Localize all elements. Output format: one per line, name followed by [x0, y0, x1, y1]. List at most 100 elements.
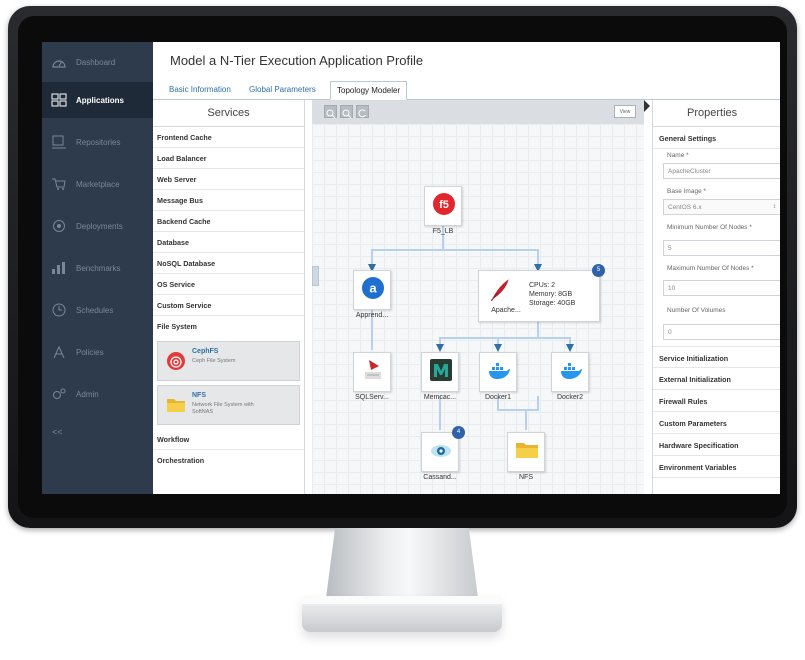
max-nodes-input[interactable]: 10 [663, 280, 780, 296]
general-settings-header[interactable]: General Settings [653, 127, 780, 149]
node-label-apache: Apache... [491, 307, 521, 314]
dashboard-icon [50, 54, 68, 70]
service-database[interactable]: Database [153, 232, 304, 253]
sidebar-item-benchmarks[interactable]: Benchmarks [42, 250, 153, 286]
memcached-icon [430, 359, 452, 381]
service-nosql-database[interactable]: NoSQL Database [153, 253, 304, 274]
node-cassandra[interactable] [421, 432, 459, 472]
sidebar-item-label: Applications [76, 95, 125, 105]
node-label-nfs: NFS [519, 474, 533, 481]
apache-memory: Memory: 8GB [529, 291, 573, 298]
properties-collapse-arrow[interactable] [644, 100, 650, 112]
instance-count-badge: 4 [452, 426, 465, 439]
sidebar-item-label: Marketplace [76, 179, 120, 189]
sidebar-item-label: Schedules [76, 305, 114, 315]
sidebar-collapse-button[interactable]: << [52, 427, 63, 437]
sidebar-item-label: Benchmarks [76, 263, 121, 273]
clock-icon [50, 302, 68, 318]
service-load-balancer[interactable]: Load Balancer [153, 148, 304, 169]
base-image-value: CentOS 6.x [668, 204, 702, 211]
service-file-system[interactable]: File System [153, 316, 304, 337]
custom-parameters-header[interactable]: Custom Parameters [653, 412, 780, 434]
node-label-cassandra: Cassand... [423, 474, 457, 481]
node-memcached[interactable] [421, 352, 459, 392]
node-apache[interactable]: Apache... CPUs: 2 Memory: 8GB Storage: 4… [478, 270, 600, 322]
node-label-docker2: Docker2 [556, 394, 584, 401]
nfs-card[interactable]: NFS Network File System with SoftNAS [157, 385, 300, 425]
tab-bar: Basic Information Global Parameters Topo… [153, 78, 780, 100]
services-panel: Services Frontend Cache Load Balancer We… [153, 100, 305, 494]
docker-icon [489, 363, 510, 379]
cassandra-eye-icon [431, 445, 451, 457]
apache-storage: Storage: 40GB [529, 300, 576, 307]
sqlserver-icon [365, 360, 381, 379]
service-workflow[interactable]: Workflow [153, 429, 304, 450]
appranda-icon: a [362, 277, 384, 299]
cart-icon [50, 176, 68, 192]
external-initialization-header[interactable]: External Initialization [653, 368, 780, 390]
node-nfs[interactable] [507, 432, 545, 472]
tab-global-parameters[interactable]: Global Parameters [243, 81, 322, 100]
properties-heading: Properties [653, 100, 780, 127]
sidebar-item-admin[interactable]: Admin [42, 376, 153, 412]
cephfs-card[interactable]: CephFS Ceph File System [157, 341, 300, 381]
benchmarks-icon [50, 260, 68, 276]
service-os-service[interactable]: OS Service [153, 274, 304, 295]
repositories-icon [50, 134, 68, 150]
base-image-select[interactable]: CentOS 6.x ↕ [663, 199, 780, 215]
deployments-icon [50, 218, 68, 234]
topology-canvas[interactable]: View f5 F5_LB a Apprend... Apache... CPU… [312, 100, 644, 494]
min-nodes-input[interactable]: 5 [663, 240, 780, 256]
applications-icon [50, 92, 68, 108]
apache-feather-icon [490, 279, 509, 302]
select-arrow-icon: ↕ [773, 204, 776, 210]
node-f5-lb[interactable]: f5 [424, 186, 462, 226]
sidebar-item-applications[interactable]: Applications [42, 82, 153, 118]
services-heading: Services [153, 100, 304, 127]
node-sqlserver[interactable] [353, 352, 391, 392]
sidebar-item-policies[interactable]: Policies [42, 334, 153, 370]
service-orchestration[interactable]: Orchestration [153, 450, 304, 471]
service-web-server[interactable]: Web Server [153, 169, 304, 190]
hardware-specification-header[interactable]: Hardware Specification [653, 434, 780, 456]
firewall-rules-header[interactable]: Firewall Rules [653, 390, 780, 412]
service-initialization-header[interactable]: Service Initialization [653, 346, 780, 368]
properties-panel: Properties General Settings Name * Apach… [644, 100, 780, 494]
sidebar-item-marketplace[interactable]: Marketplace [42, 166, 153, 202]
node-label-memcached: Memcac... [423, 394, 457, 401]
tab-topology-modeler[interactable]: Topology Modeler [330, 81, 408, 100]
service-backend-cache[interactable]: Backend Cache [153, 211, 304, 232]
apache-specs: CPUs: 2 Memory: 8GB Storage: 40GB [529, 281, 575, 308]
environment-variables-header[interactable]: Environment Variables [653, 456, 780, 478]
tab-basic-information[interactable]: Basic Information [163, 81, 237, 100]
sidebar-item-label: Repositories [76, 137, 121, 147]
cephfs-desc: Ceph File System [192, 358, 236, 364]
node-appranda[interactable]: a [353, 270, 391, 310]
volumes-input[interactable]: 0 [663, 324, 780, 340]
sidebar-item-deployments[interactable]: Deployments [42, 208, 153, 244]
node-docker1[interactable] [479, 352, 517, 392]
sidebar-item-schedules[interactable]: Schedules [42, 292, 153, 328]
service-message-bus[interactable]: Message Bus [153, 190, 304, 211]
policies-icon [50, 344, 68, 360]
sidebar-item-label: Admin [76, 389, 99, 399]
node-label-appranda: Apprend... [355, 312, 389, 319]
node-docker2[interactable] [551, 352, 589, 392]
sidebar: Dashboard Applications Repositories Mark… [42, 42, 153, 494]
name-input[interactable]: ApacheCluster [663, 163, 780, 179]
cephfs-title: CephFS [192, 348, 219, 355]
folder-icon [516, 443, 538, 458]
svg-text:a: a [369, 281, 377, 296]
svg-text:f5: f5 [439, 199, 449, 211]
service-custom-service[interactable]: Custom Service [153, 295, 304, 316]
base-image-label: Base Image * [667, 188, 707, 195]
apache-cpus: CPUs: 2 [529, 282, 556, 289]
screen: Dashboard Applications Repositories Mark… [42, 42, 780, 494]
sidebar-item-dashboard[interactable]: Dashboard [42, 44, 153, 80]
service-frontend-cache[interactable]: Frontend Cache [153, 127, 304, 148]
instance-count-badge: 5 [592, 264, 605, 277]
max-nodes-label: Maximum Number Of Nodes * [667, 265, 754, 272]
sidebar-item-label: Dashboard [76, 57, 116, 67]
sidebar-item-repositories[interactable]: Repositories [42, 124, 153, 160]
admin-icon [50, 386, 68, 402]
